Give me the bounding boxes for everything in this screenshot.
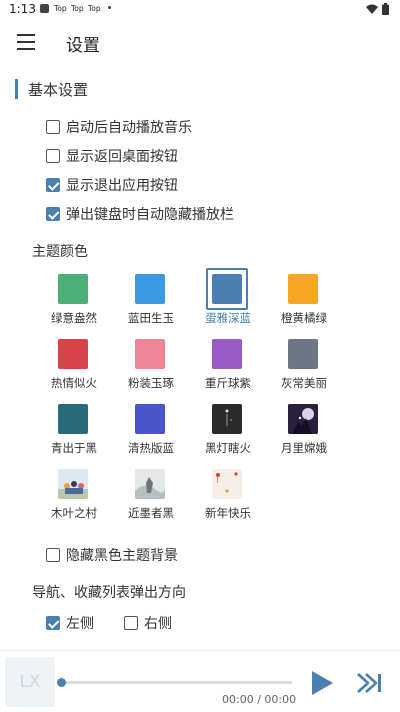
- app-notification-icon: [40, 4, 49, 13]
- checkbox[interactable]: [46, 548, 60, 562]
- theme-name: 蛋雅深蓝: [205, 311, 251, 325]
- progress-bar[interactable]: [57, 678, 292, 687]
- theme-name: 清热版蓝: [128, 441, 174, 455]
- option-label: 显示返回桌面按钮: [66, 149, 178, 165]
- theme-purple[interactable]: 重斤球紫: [190, 335, 266, 397]
- theme-black[interactable]: 黑灯瞎火: [190, 400, 266, 462]
- app-header: 设置: [0, 22, 400, 62]
- option-hide-player-on-keyboard[interactable]: 弹出键盘时自动隐藏播放栏: [46, 203, 234, 225]
- option-hide-black-theme-bg[interactable]: 隐藏黑色主题背景: [46, 544, 178, 566]
- theme-name: 重斤球紫: [205, 376, 251, 390]
- battery-icon: [382, 3, 389, 15]
- notification-dot: [108, 6, 111, 9]
- checkbox[interactable]: [46, 149, 60, 163]
- theme-name: 月里嫦娥: [281, 441, 327, 455]
- player-bar: LX 00:00 / 00:00: [0, 650, 400, 712]
- theme-image-black: [212, 404, 242, 434]
- theme-indigo[interactable]: 清热版蓝: [113, 400, 189, 462]
- theme-green[interactable]: 绿意盎然: [36, 270, 112, 332]
- play-icon: [312, 671, 333, 695]
- theme-konoha[interactable]: 木叶之村: [36, 465, 112, 527]
- theme-swatch: [135, 404, 165, 434]
- next-track-icon: [357, 673, 381, 693]
- progress-knob[interactable]: [57, 678, 66, 687]
- theme-orange[interactable]: 橙黄橘绿: [266, 270, 342, 332]
- theme-swatch: [135, 339, 165, 369]
- theme-blue[interactable]: 蓝田生玉: [113, 270, 189, 332]
- theme-image-moon: [288, 404, 318, 434]
- theme-teal[interactable]: 青出于黑: [36, 400, 112, 462]
- theme-ink[interactable]: 近墨者黑: [113, 465, 189, 527]
- option-autoplay[interactable]: 启动后自动播放音乐: [46, 116, 192, 138]
- theme-swatch: [288, 339, 318, 369]
- status-time: 1:13: [9, 2, 36, 16]
- theme-name: 蓝田生玉: [128, 311, 174, 325]
- theme-image-konoha: [58, 469, 88, 499]
- theme-swatch: [212, 274, 242, 304]
- checkbox[interactable]: [46, 120, 60, 134]
- theme-swatch: [58, 274, 88, 304]
- checkbox-checked[interactable]: [46, 616, 60, 630]
- option-label: 隐藏黑色主题背景: [66, 548, 178, 564]
- theme-name: 橙黄橘绿: [281, 311, 327, 325]
- option-show-home-button[interactable]: 显示返回桌面按钮: [46, 145, 178, 167]
- section-indicator: [15, 79, 18, 99]
- next-button[interactable]: [355, 669, 385, 697]
- option-show-exit-button[interactable]: 显示退出应用按钮: [46, 174, 178, 196]
- theme-name: 灰常美丽: [281, 376, 327, 390]
- menu-icon: [17, 34, 35, 36]
- theme-name: 木叶之村: [51, 506, 97, 520]
- theme-red[interactable]: 热情似火: [36, 335, 112, 397]
- option-label: 弹出键盘时自动隐藏播放栏: [66, 207, 234, 223]
- checkbox[interactable]: [124, 616, 138, 630]
- option-left[interactable]: 左侧: [46, 612, 94, 634]
- popup-direction-title: 导航、收藏列表弹出方向: [32, 585, 186, 601]
- option-right[interactable]: 右侧: [124, 612, 172, 634]
- wifi-icon: [366, 4, 378, 14]
- theme-moon[interactable]: 月里嫦娥: [266, 400, 342, 462]
- theme-name: 黑灯瞎火: [205, 441, 251, 455]
- option-label: 显示退出应用按钮: [66, 178, 178, 194]
- notification-text: Top: [88, 4, 101, 13]
- option-label: 左侧: [66, 616, 94, 632]
- theme-image-new-year: [212, 469, 242, 499]
- play-button[interactable]: [308, 669, 336, 697]
- theme-pink[interactable]: 粉装玉琢: [113, 335, 189, 397]
- theme-swatch: [135, 274, 165, 304]
- theme-swatch: [58, 339, 88, 369]
- theme-new-year[interactable]: 新年快乐: [190, 465, 266, 527]
- theme-name: 绿意盎然: [51, 311, 97, 325]
- theme-swatch: [58, 404, 88, 434]
- checkbox-checked[interactable]: [46, 178, 60, 192]
- menu-icon-line: [17, 48, 35, 50]
- theme-name: 近墨者黑: [128, 506, 174, 520]
- status-bar: 1:13 Top Top Top: [0, 0, 400, 18]
- theme-name: 热情似火: [51, 376, 97, 390]
- checkbox-checked[interactable]: [46, 207, 60, 221]
- page-title: 设置: [66, 36, 100, 56]
- theme-section-title: 主题颜色: [32, 244, 88, 260]
- menu-button[interactable]: [14, 30, 40, 54]
- theme-image-ink: [135, 469, 165, 499]
- album-cover[interactable]: LX: [5, 657, 55, 707]
- theme-swatch: [212, 339, 242, 369]
- theme-gray[interactable]: 灰常美丽: [266, 335, 342, 397]
- theme-deep-blue-selected[interactable]: 蛋雅深蓝: [190, 268, 266, 332]
- option-label: 右侧: [144, 616, 172, 632]
- section-title-basic: 基本设置: [28, 81, 89, 99]
- notification-text: Top: [54, 4, 67, 13]
- playback-time: 00:00 / 00:00: [222, 693, 297, 706]
- notification-text: Top: [71, 4, 84, 13]
- theme-swatch: [288, 274, 318, 304]
- theme-name: 新年快乐: [205, 506, 251, 520]
- theme-name: 青出于黑: [51, 441, 97, 455]
- option-label: 启动后自动播放音乐: [66, 120, 192, 136]
- menu-icon-line: [17, 41, 35, 43]
- theme-name: 粉装玉琢: [128, 376, 174, 390]
